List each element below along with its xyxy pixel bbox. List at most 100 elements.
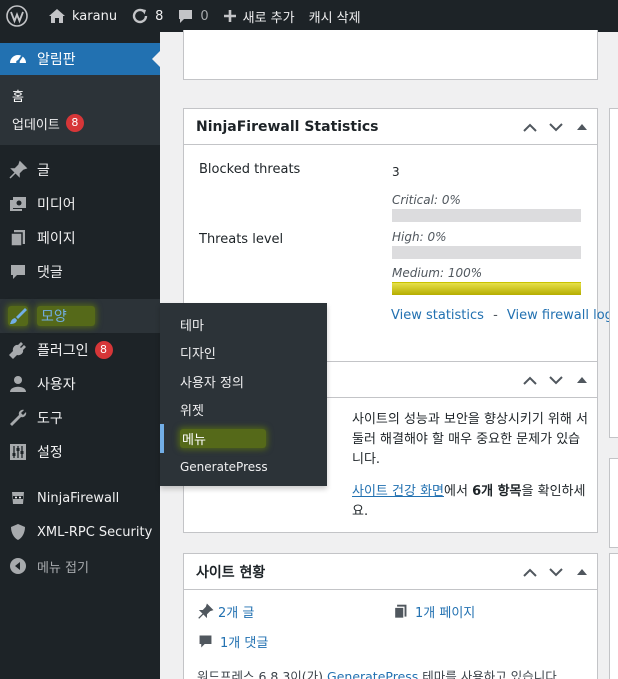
submenu-home-label: 홈 [12, 89, 24, 105]
media-icon [8, 194, 28, 214]
site-health-action: 사이트 건강 화면에서 6개 항목을 확인하세요. [352, 482, 589, 522]
clear-cache-label: 캐시 삭제 [308, 10, 361, 26]
glance-move-up-button[interactable] [521, 568, 539, 577]
view-firewall-log-link[interactable]: View firewall log [507, 308, 613, 323]
top-panel [183, 30, 598, 80]
flyout-design-label: 디자인 [180, 347, 216, 363]
menu-pages[interactable]: 페이지 [0, 221, 160, 255]
theme-link[interactable]: GeneratePress [327, 669, 418, 679]
at-a-glance-handles [521, 554, 591, 590]
site-health-move-down-button[interactable] [547, 375, 565, 385]
move-down-button[interactable] [547, 122, 565, 132]
widget-title: NinjaFirewall Statistics [196, 118, 379, 135]
flyout-item-customize[interactable]: 사용자 정의 [160, 367, 327, 396]
glance-move-down-button[interactable] [547, 567, 565, 577]
medium-level-bar [392, 282, 581, 295]
move-up-button[interactable] [521, 123, 539, 132]
submenu-updates[interactable]: 업데이트 8 [0, 109, 160, 137]
new-content-link[interactable]: 새로 추가 [216, 0, 302, 32]
plugins-badge: 8 [94, 341, 113, 359]
glance-comments-link[interactable]: 1개 댓글 [220, 632, 268, 651]
menu-dashboard[interactable]: 알림판 [0, 43, 160, 75]
menu-ninjafirewall[interactable]: NinjaFirewall [0, 481, 160, 515]
pages-icon [393, 604, 407, 619]
menu-tools[interactable]: 도구 [0, 401, 160, 435]
glance-posts-link[interactable]: 2개 글 [218, 602, 254, 621]
wrench-icon [8, 408, 28, 428]
menu-pages-label: 페이지 [37, 231, 76, 247]
menu-comments[interactable]: 댓글 [0, 255, 160, 289]
submenu-updates-label: 업데이트 [12, 117, 60, 133]
paintbrush-icon [8, 306, 28, 326]
updates-link[interactable]: 8 [124, 0, 170, 32]
comment-icon [8, 262, 28, 282]
updates-badge: 8 [65, 114, 84, 132]
critical-level-bar [392, 209, 581, 222]
site-name-link[interactable]: karanu [41, 0, 124, 32]
menu-plugins[interactable]: 플러그인 8 [0, 333, 160, 367]
pushpin-icon [8, 160, 28, 180]
flyout-item-themes[interactable]: 테마 [160, 310, 327, 339]
comments-count: 0 [200, 8, 209, 24]
glance-footer-suffix: 테마를 사용하고 있습니다. [418, 669, 561, 679]
chevron-down-icon [549, 122, 563, 131]
menu-settings[interactable]: 설정 [0, 435, 160, 469]
site-health-handles [521, 362, 591, 398]
menu-comments-label: 댓글 [37, 265, 63, 281]
plus-icon [223, 10, 236, 22]
medium-level-fill [392, 282, 581, 295]
pushpin-icon [198, 603, 214, 619]
dashboard-gauge-icon [8, 49, 28, 69]
menu-xmlrpc-security-label: XML-RPC Security [37, 524, 153, 540]
updates-count: 8 [155, 8, 164, 24]
toggle-panel-button[interactable] [573, 124, 591, 130]
menu-appearance[interactable]: 모양 [0, 299, 160, 333]
menu-media[interactable]: 미디어 [0, 187, 160, 221]
submenu-home[interactable]: 홈 [0, 81, 160, 109]
home-icon [49, 9, 65, 23]
comment-icon [199, 635, 212, 648]
menu-users-label: 사용자 [37, 377, 76, 393]
glance-pages[interactable]: 1개 페이지 [392, 602, 475, 621]
menu-users[interactable]: 사용자 [0, 367, 160, 401]
refresh-icon [132, 8, 148, 24]
menu-posts-label: 글 [37, 163, 50, 179]
high-level-label: High: 0% [392, 230, 447, 244]
comments-link[interactable]: 0 [170, 0, 215, 32]
menu-media-label: 미디어 [37, 197, 76, 213]
chevron-up-icon [523, 123, 537, 132]
menu-posts[interactable]: 글 [0, 153, 160, 187]
collapse-menu-button[interactable]: 메뉴 접기 [0, 549, 160, 583]
flyout-item-widgets[interactable]: 위젯 [160, 396, 327, 425]
right-column-panel-3 [609, 553, 618, 679]
site-health-toggle-button[interactable] [573, 377, 591, 383]
glance-toggle-button[interactable] [573, 569, 591, 575]
site-health-count: 6개 항목 [472, 484, 522, 499]
menu-tools-label: 도구 [37, 411, 63, 427]
site-health-move-up-button[interactable] [521, 376, 539, 385]
flyout-item-generatepress[interactable]: GeneratePress [160, 453, 327, 482]
critical-level-label: Critical: 0% [392, 193, 461, 207]
wordpress-logo-button[interactable] [0, 0, 41, 32]
flyout-generatepress-label: GeneratePress [180, 459, 268, 474]
site-health-screen-link[interactable]: 사이트 건강 화면 [352, 484, 444, 499]
glance-comments[interactable]: 1개 댓글 [197, 632, 268, 651]
flyout-item-design[interactable]: 디자인 [160, 339, 327, 368]
chevron-up-icon [523, 568, 537, 577]
site-health-after-link: 에서 [444, 484, 473, 499]
flyout-customize-label: 사용자 정의 [180, 375, 244, 391]
menu-ninjafirewall-label: NinjaFirewall [37, 490, 120, 506]
glance-pages-link[interactable]: 1개 페이지 [415, 602, 475, 621]
glance-footer: 워드프레스 6.8.3이(가) GeneratePress 테마를 사용하고 있… [197, 666, 561, 679]
site-health-message: 사이트의 성능과 보안을 향상시키기 위해 서둘러 해결해야 할 매우 중요한 … [352, 412, 588, 467]
view-statistics-link[interactable]: View statistics [391, 308, 484, 323]
glance-posts[interactable]: 2개 글 [197, 602, 254, 621]
menu-settings-label: 설정 [37, 445, 63, 461]
clear-cache-link[interactable]: 캐시 삭제 [302, 0, 368, 32]
flyout-widgets-label: 위젯 [180, 404, 204, 420]
flyout-item-menus[interactable]: 메뉴 [160, 424, 327, 453]
menu-xmlrpc-security[interactable]: XML-RPC Security [0, 515, 160, 549]
blocked-threats-value: 3 [392, 165, 400, 179]
right-column-panel-2 [609, 458, 618, 548]
ninja-icon [8, 488, 28, 508]
